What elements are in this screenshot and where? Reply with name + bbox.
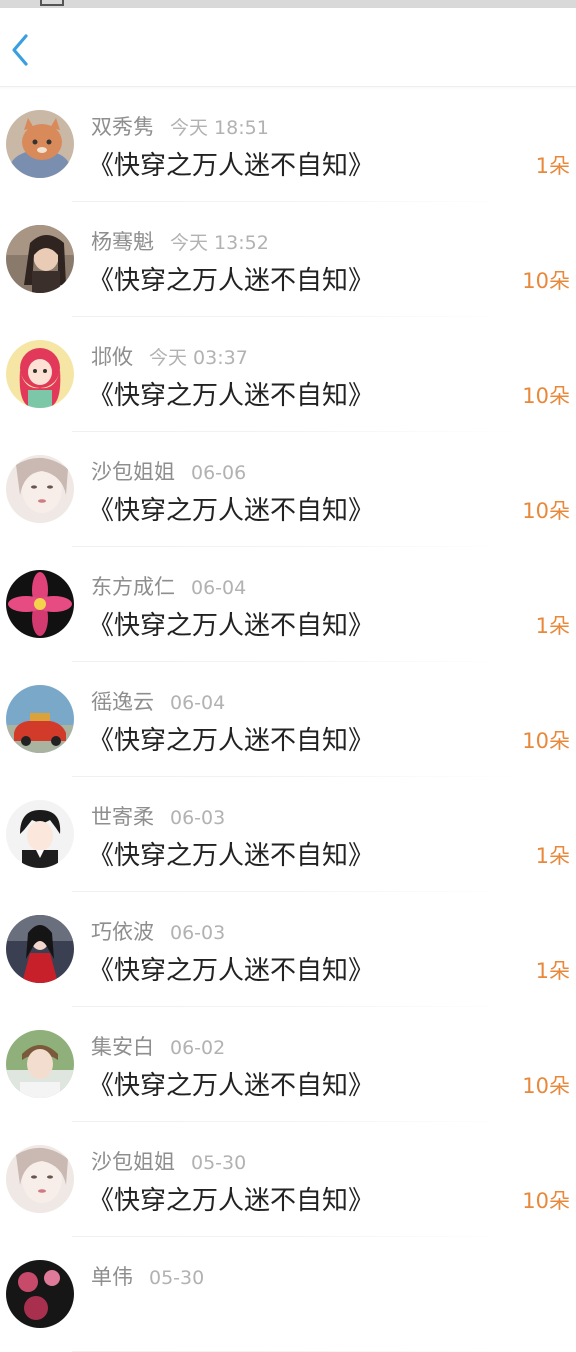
timestamp: 06-02	[170, 1037, 226, 1059]
user-name-text: 巧依波	[91, 920, 154, 944]
user-name-text: 杨骞魁	[91, 230, 154, 254]
timestamp: 06-04	[191, 577, 247, 599]
user-name-text: 邶攸	[91, 345, 133, 369]
flower-count: 10朵	[522, 384, 570, 408]
book-title: 《快穿之万人迷不自知》	[88, 1186, 375, 1216]
list-item[interactable]: 巧依波 06-03 《快穿之万人迷不自知》 1朵	[0, 892, 576, 1007]
avatar[interactable]	[6, 685, 74, 753]
timestamp: 今天 03:37	[149, 347, 248, 369]
list-item[interactable]: 邶攸 今天 03:37 《快穿之万人迷不自知》 10朵	[0, 317, 576, 432]
flower-count: 1朵	[535, 614, 570, 638]
flower-count: 10朵	[522, 499, 570, 523]
timestamp: 今天 18:51	[170, 117, 269, 139]
user-name: 杨骞魁 今天 13:52	[91, 226, 269, 256]
status-icon	[40, 0, 64, 6]
user-name-text: 单伟	[91, 1265, 133, 1289]
book-title: 《快穿之万人迷不自知》	[88, 496, 375, 526]
list-item[interactable]: 单伟 05-30	[0, 1237, 576, 1352]
timestamp: 06-03	[170, 807, 226, 829]
book-title: 《快穿之万人迷不自知》	[88, 726, 375, 756]
flower-count: 10朵	[522, 269, 570, 293]
book-title: 《快穿之万人迷不自知》	[88, 381, 375, 411]
flower-count: 10朵	[522, 729, 570, 753]
book-title: 《快穿之万人迷不自知》	[88, 1071, 375, 1101]
list-item[interactable]: 徭逸云 06-04 《快穿之万人迷不自知》 10朵	[0, 662, 576, 777]
avatar[interactable]	[6, 455, 74, 523]
navigation-bar	[0, 8, 576, 87]
user-name: 邶攸 今天 03:37	[91, 341, 248, 371]
avatar[interactable]	[6, 225, 74, 293]
flower-count: 1朵	[535, 154, 570, 178]
back-button[interactable]	[2, 28, 38, 72]
user-name-text: 世寄柔	[91, 805, 154, 829]
book-title: 《快穿之万人迷不自知》	[88, 956, 375, 986]
user-name: 沙包姐姐 05-30	[91, 1146, 246, 1176]
timestamp: 今天 13:52	[170, 232, 269, 254]
timestamp: 05-30	[191, 1152, 247, 1174]
list-item[interactable]: 集安白 06-02 《快穿之万人迷不自知》 10朵	[0, 1007, 576, 1122]
status-bar	[0, 0, 576, 8]
avatar[interactable]	[6, 110, 74, 178]
user-name-text: 东方成仁	[91, 575, 175, 599]
flower-count: 1朵	[535, 844, 570, 868]
user-name: 单伟 05-30	[91, 1261, 204, 1291]
timestamp: 06-04	[170, 692, 226, 714]
user-name-text: 徭逸云	[91, 690, 154, 714]
chevron-left-icon	[12, 34, 28, 66]
avatar[interactable]	[6, 340, 74, 408]
user-name-text: 沙包姐姐	[91, 1150, 175, 1174]
book-title: 《快穿之万人迷不自知》	[88, 841, 375, 871]
book-title: 《快穿之万人迷不自知》	[88, 611, 375, 641]
user-name: 集安白 06-02	[91, 1031, 225, 1061]
user-name-text: 沙包姐姐	[91, 460, 175, 484]
timestamp: 06-03	[170, 922, 226, 944]
list-item[interactable]: 双秀隽 今天 18:51 《快穿之万人迷不自知》 1朵	[0, 87, 576, 202]
list-item[interactable]: 世寄柔 06-03 《快穿之万人迷不自知》 1朵	[0, 777, 576, 892]
list-item[interactable]: 沙包姐姐 05-30 《快穿之万人迷不自知》 10朵	[0, 1122, 576, 1237]
user-name-text: 双秀隽	[91, 115, 154, 139]
flower-count: 1朵	[535, 959, 570, 983]
avatar[interactable]	[6, 1260, 74, 1328]
avatar[interactable]	[6, 915, 74, 983]
avatar[interactable]	[6, 570, 74, 638]
timestamp: 06-06	[191, 462, 247, 484]
book-title: 《快穿之万人迷不自知》	[88, 266, 375, 296]
list-item[interactable]: 东方成仁 06-04 《快穿之万人迷不自知》 1朵	[0, 547, 576, 662]
user-name: 徭逸云 06-04	[91, 686, 225, 716]
user-name: 双秀隽 今天 18:51	[91, 111, 269, 141]
flower-count: 10朵	[522, 1074, 570, 1098]
user-name-text: 集安白	[91, 1035, 154, 1059]
user-name: 巧依波 06-03	[91, 916, 225, 946]
avatar[interactable]	[6, 1145, 74, 1213]
user-name: 世寄柔 06-03	[91, 801, 225, 831]
user-name: 东方成仁 06-04	[91, 571, 246, 601]
timestamp: 05-30	[149, 1267, 205, 1289]
book-title: 《快穿之万人迷不自知》	[88, 151, 375, 181]
user-name: 沙包姐姐 06-06	[91, 456, 246, 486]
list-item[interactable]: 杨骞魁 今天 13:52 《快穿之万人迷不自知》 10朵	[0, 202, 576, 317]
gift-list: 双秀隽 今天 18:51 《快穿之万人迷不自知》 1朵 杨骞魁 今天 13:52 《快穿之万…	[0, 87, 576, 1352]
avatar[interactable]	[6, 800, 74, 868]
flower-count: 10朵	[522, 1189, 570, 1213]
list-item[interactable]: 沙包姐姐 06-06 《快穿之万人迷不自知》 10朵	[0, 432, 576, 547]
avatar[interactable]	[6, 1030, 74, 1098]
